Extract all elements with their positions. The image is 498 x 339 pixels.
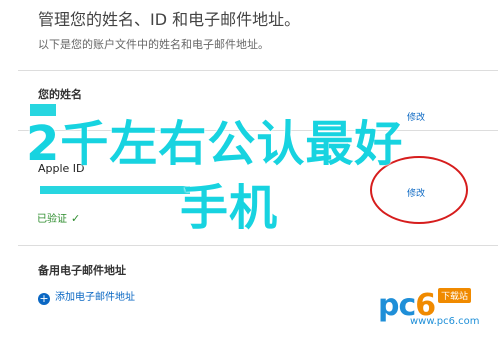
overlay-text-line1: 2千左右公认最好 [26, 116, 404, 172]
appleid-value-redaction [40, 186, 190, 194]
backup-email-label: 备用电子邮件地址 [38, 264, 126, 277]
add-email-link[interactable]: + 添加电子邮件地址 [38, 288, 135, 305]
pc6-watermark-logo: pc6 下载站 www.pc6.com [378, 288, 482, 328]
checkmark-icon: ✓ [71, 212, 81, 225]
edit-appleid-link[interactable]: 修改 [407, 186, 425, 199]
verified-status: 已验证 ✓ [37, 210, 80, 225]
overlay-text-line2: 手机 [180, 180, 279, 236]
verified-text: 已验证 [37, 214, 67, 225]
logo-url: www.pc6.com [410, 316, 480, 327]
divider [18, 245, 498, 246]
page-subtitle: 以下是您的账户文件中的姓名和电子邮件地址。 [38, 38, 269, 51]
name-value-redaction [30, 104, 56, 116]
add-email-label: 添加电子邮件地址 [55, 292, 135, 303]
page-title: 管理您的姓名、ID 和电子邮件地址。 [38, 10, 301, 29]
logo-badge: 下载站 [438, 288, 472, 303]
name-label: 您的姓名 [38, 88, 82, 101]
divider [18, 70, 498, 71]
edit-name-link[interactable]: 修改 [407, 110, 425, 123]
plus-circle-icon: + [38, 292, 50, 305]
